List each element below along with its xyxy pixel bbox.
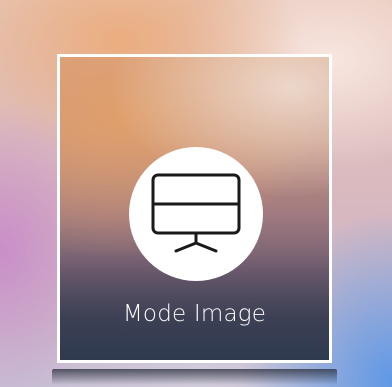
card-shadow	[52, 369, 337, 385]
mode-label: Mode Image	[122, 301, 267, 327]
mode-card[interactable]: Mode Image	[57, 54, 332, 363]
monitor-split-icon	[151, 173, 241, 253]
icon-badge	[129, 147, 263, 281]
